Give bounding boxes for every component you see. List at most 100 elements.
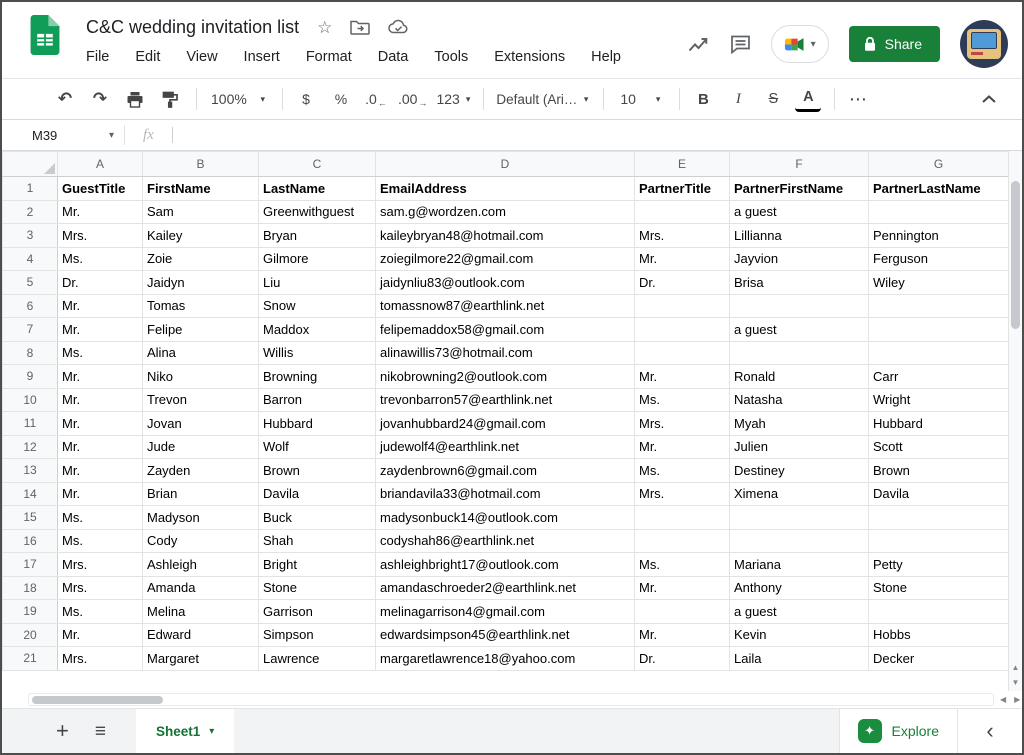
trend-history-icon[interactable] xyxy=(688,36,710,53)
cell-B6[interactable]: Tomas xyxy=(143,294,259,318)
cell-F7[interactable]: a guest xyxy=(730,318,869,342)
cell-E17[interactable]: Ms. xyxy=(635,553,730,577)
cell-A12[interactable]: Mr. xyxy=(58,435,143,459)
cell-G11[interactable]: Hubbard xyxy=(869,412,1009,436)
row-header-3[interactable]: 3 xyxy=(3,224,58,248)
cell-F18[interactable]: Anthony xyxy=(730,576,869,600)
sheets-logo-icon[interactable] xyxy=(30,15,60,55)
column-header-c[interactable]: C xyxy=(259,152,376,177)
star-icon[interactable]: ☆ xyxy=(317,19,332,36)
select-all-corner[interactable] xyxy=(3,152,58,177)
cell-A4[interactable]: Ms. xyxy=(58,247,143,271)
row-header-12[interactable]: 12 xyxy=(3,435,58,459)
format-percent-button[interactable]: % xyxy=(328,86,354,112)
cell-E16[interactable] xyxy=(635,529,730,553)
collapse-side-panel-icon[interactable]: ‹ xyxy=(958,709,1022,753)
cell-E5[interactable]: Dr. xyxy=(635,271,730,295)
cell-C7[interactable]: Maddox xyxy=(259,318,376,342)
cell-F4[interactable]: Jayvion xyxy=(730,247,869,271)
cell-B20[interactable]: Edward xyxy=(143,623,259,647)
cell-G17[interactable]: Petty xyxy=(869,553,1009,577)
cell-G19[interactable] xyxy=(869,600,1009,624)
more-formats-button[interactable]: 123 ▾ xyxy=(436,86,470,112)
cell-B1[interactable]: FirstName xyxy=(143,177,259,201)
cell-D10[interactable]: trevonbarron57@earthlink.net xyxy=(376,388,635,412)
scroll-down-icon[interactable]: ▼ xyxy=(1012,678,1020,687)
cell-E10[interactable]: Ms. xyxy=(635,388,730,412)
cell-B12[interactable]: Jude xyxy=(143,435,259,459)
cell-E1[interactable]: PartnerTitle xyxy=(635,177,730,201)
menu-extensions[interactable]: Extensions xyxy=(494,47,578,67)
cell-B16[interactable]: Cody xyxy=(143,529,259,553)
meet-dropdown-caret[interactable]: ▾ xyxy=(811,39,816,50)
cell-D3[interactable]: kaileybryan48@hotmail.com xyxy=(376,224,635,248)
cell-F1[interactable]: PartnerFirstName xyxy=(730,177,869,201)
row-header-18[interactable]: 18 xyxy=(3,576,58,600)
cell-E19[interactable] xyxy=(635,600,730,624)
cell-B3[interactable]: Kailey xyxy=(143,224,259,248)
cell-C14[interactable]: Davila xyxy=(259,482,376,506)
cell-B10[interactable]: Trevon xyxy=(143,388,259,412)
cell-D2[interactable]: sam.g@wordzen.com xyxy=(376,200,635,224)
cell-F20[interactable]: Kevin xyxy=(730,623,869,647)
cell-D15[interactable]: madysonbuck14@outlook.com xyxy=(376,506,635,530)
cell-D13[interactable]: zaydenbrown6@gmail.com xyxy=(376,459,635,483)
cell-D21[interactable]: margaretlawrence18@yahoo.com xyxy=(376,647,635,671)
paint-format-button[interactable] xyxy=(157,86,183,112)
cell-F15[interactable] xyxy=(730,506,869,530)
cell-A16[interactable]: Ms. xyxy=(58,529,143,553)
cell-A1[interactable]: GuestTitle xyxy=(58,177,143,201)
cell-F13[interactable]: Destiney xyxy=(730,459,869,483)
cell-C1[interactable]: LastName xyxy=(259,177,376,201)
cell-F19[interactable]: a guest xyxy=(730,600,869,624)
text-color-button[interactable]: A xyxy=(795,86,821,112)
cell-C20[interactable]: Simpson xyxy=(259,623,376,647)
cell-B9[interactable]: Niko xyxy=(143,365,259,389)
move-to-folder-icon[interactable] xyxy=(350,19,370,36)
cell-C16[interactable]: Shah xyxy=(259,529,376,553)
menu-edit[interactable]: Edit xyxy=(135,47,173,67)
cell-F21[interactable]: Laila xyxy=(730,647,869,671)
increase-decimal-button[interactable]: .00→ xyxy=(398,86,427,112)
cell-D18[interactable]: amandaschroeder2@earthlink.net xyxy=(376,576,635,600)
avatar[interactable] xyxy=(960,20,1008,68)
undo-button[interactable]: ↶ xyxy=(52,86,78,112)
cell-C3[interactable]: Bryan xyxy=(259,224,376,248)
cell-E13[interactable]: Ms. xyxy=(635,459,730,483)
vertical-scrollbar-thumb[interactable] xyxy=(1011,181,1020,329)
cell-G13[interactable]: Brown xyxy=(869,459,1009,483)
cell-B13[interactable]: Zayden xyxy=(143,459,259,483)
cell-A20[interactable]: Mr. xyxy=(58,623,143,647)
column-header-d[interactable]: D xyxy=(376,152,635,177)
cell-G6[interactable] xyxy=(869,294,1009,318)
cell-F16[interactable] xyxy=(730,529,869,553)
cell-B19[interactable]: Melina xyxy=(143,600,259,624)
cell-C12[interactable]: Wolf xyxy=(259,435,376,459)
cell-G21[interactable]: Decker xyxy=(869,647,1009,671)
font-size-select[interactable]: 10 ▾ xyxy=(614,86,666,112)
menu-insert[interactable]: Insert xyxy=(244,47,293,67)
cell-D7[interactable]: felipemaddox58@gmail.com xyxy=(376,318,635,342)
cell-D4[interactable]: zoiegilmore22@gmail.com xyxy=(376,247,635,271)
cell-F5[interactable]: Brisa xyxy=(730,271,869,295)
cell-A2[interactable]: Mr. xyxy=(58,200,143,224)
menu-view[interactable]: View xyxy=(186,47,230,67)
cell-B15[interactable]: Madyson xyxy=(143,506,259,530)
scroll-up-icon[interactable]: ▲ xyxy=(1012,663,1020,672)
cell-G7[interactable] xyxy=(869,318,1009,342)
cell-A7[interactable]: Mr. xyxy=(58,318,143,342)
cell-E9[interactable]: Mr. xyxy=(635,365,730,389)
name-box[interactable]: M39 ▾ xyxy=(2,128,124,143)
cell-A8[interactable]: Ms. xyxy=(58,341,143,365)
cell-A15[interactable]: Ms. xyxy=(58,506,143,530)
italic-button[interactable]: I xyxy=(725,86,751,112)
cell-A17[interactable]: Mrs. xyxy=(58,553,143,577)
cell-C11[interactable]: Hubbard xyxy=(259,412,376,436)
cell-A6[interactable]: Mr. xyxy=(58,294,143,318)
cell-G3[interactable]: Pennington xyxy=(869,224,1009,248)
cloud-saved-icon[interactable] xyxy=(388,19,409,35)
cell-E3[interactable]: Mrs. xyxy=(635,224,730,248)
cell-G5[interactable]: Wiley xyxy=(869,271,1009,295)
cell-F6[interactable] xyxy=(730,294,869,318)
cell-G16[interactable] xyxy=(869,529,1009,553)
